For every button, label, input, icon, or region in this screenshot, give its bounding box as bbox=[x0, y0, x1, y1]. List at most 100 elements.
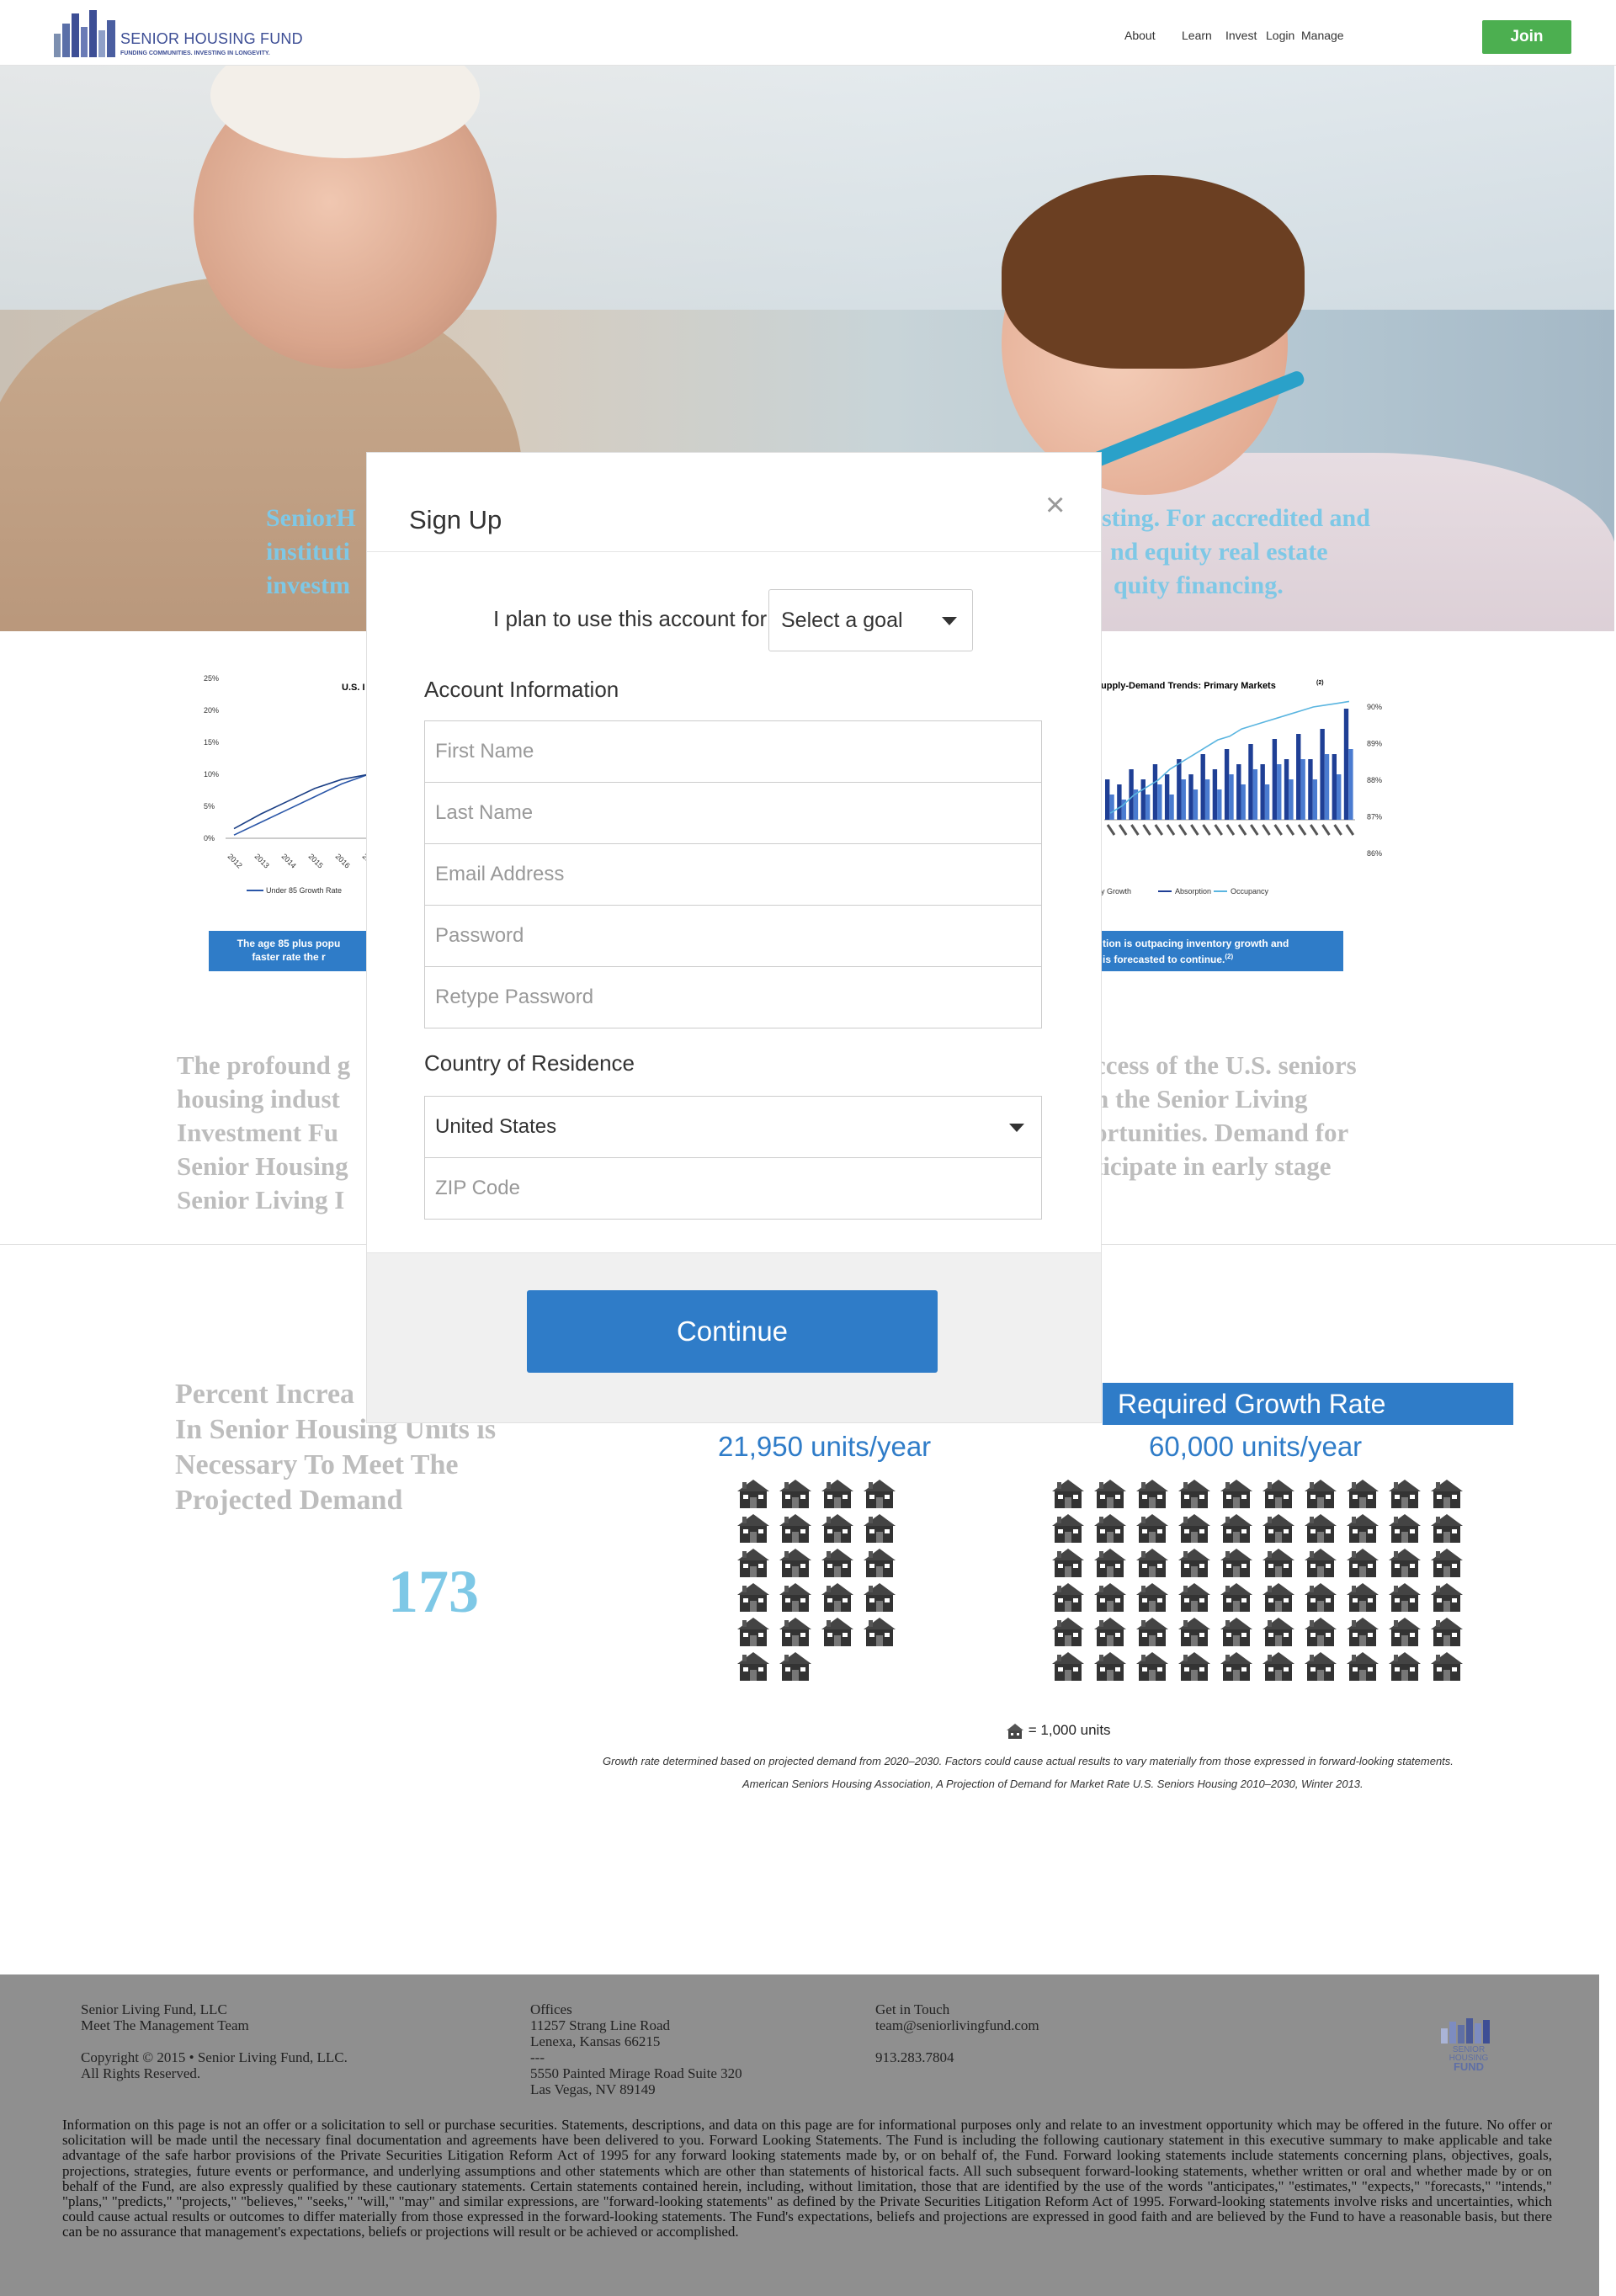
para-line-5-start: Senior Living I bbox=[177, 1185, 345, 1214]
legend-units-text: = 1,000 units bbox=[1028, 1722, 1111, 1738]
right-banner-line-1: tion is outpacing inventory growth and bbox=[1103, 938, 1289, 949]
house-icon bbox=[821, 1513, 854, 1544]
house-icon bbox=[1177, 1651, 1211, 1682]
x-tick-label bbox=[1321, 824, 1331, 836]
bar-absorption bbox=[1188, 774, 1193, 820]
bar-absorption bbox=[1152, 764, 1158, 820]
x-tick-label bbox=[1214, 824, 1223, 836]
house-icon bbox=[1346, 1651, 1379, 1682]
goal-select[interactable]: Select a goal bbox=[768, 589, 973, 651]
site-footer: Senior Living Fund, LLC Meet The Managem… bbox=[0, 1974, 1599, 2296]
bar-absorption bbox=[1140, 779, 1146, 820]
footer-office1-line2: Lenexa, Kansas 66215 bbox=[530, 2033, 661, 2049]
y-tick-label: 0% bbox=[204, 834, 215, 842]
units-legend: = 1,000 units bbox=[1006, 1722, 1111, 1740]
bar-inventory bbox=[1289, 779, 1294, 820]
bar-inventory bbox=[1324, 754, 1330, 820]
x-tick-label: 2016 bbox=[334, 852, 352, 869]
house-icon bbox=[1388, 1582, 1422, 1613]
bar-inventory bbox=[1300, 759, 1305, 820]
house-icon bbox=[1135, 1479, 1169, 1509]
bar-inventory bbox=[1252, 769, 1258, 820]
nav-about[interactable]: About bbox=[1124, 29, 1156, 42]
email-field[interactable]: Email Address bbox=[424, 843, 1042, 906]
country-select[interactable]: United States bbox=[424, 1096, 1042, 1158]
bar-absorption bbox=[1177, 759, 1182, 820]
join-button[interactable]: Join bbox=[1482, 20, 1571, 54]
hero-line-3-end: quity financing. bbox=[1114, 571, 1284, 599]
logo-title: SENIOR HOUSING FUND bbox=[120, 30, 303, 47]
x-tick-label bbox=[1237, 824, 1247, 836]
house-icon bbox=[821, 1548, 854, 1578]
bar-absorption bbox=[1164, 774, 1170, 820]
para-line-3-end: ortunities. Demand for bbox=[1094, 1118, 1349, 1147]
goal-label: I plan to use this account for bbox=[493, 606, 768, 631]
signup-modal: Sign Up × I plan to use this account for… bbox=[367, 453, 1101, 1422]
house-icon bbox=[1220, 1548, 1253, 1578]
x-tick-label bbox=[1297, 824, 1307, 836]
footer-company: Senior Living Fund, LLC bbox=[81, 2001, 227, 2017]
house-icon bbox=[1220, 1513, 1253, 1544]
bar-inventory bbox=[1337, 774, 1342, 820]
house-icon bbox=[1388, 1513, 1422, 1544]
y-tick-label: 20% bbox=[204, 706, 219, 715]
last-name-field[interactable]: Last Name bbox=[424, 782, 1042, 844]
house-icon bbox=[1135, 1513, 1169, 1544]
x-tick-label bbox=[1166, 824, 1176, 836]
zip-code-field[interactable]: ZIP Code bbox=[424, 1157, 1042, 1220]
site-logo[interactable]: SENIOR HOUSING FUND FUNDING COMMUNITIES.… bbox=[54, 5, 315, 61]
house-icon bbox=[863, 1548, 896, 1578]
chevron-down-icon bbox=[1009, 1124, 1024, 1132]
password-field[interactable]: Password bbox=[424, 905, 1042, 967]
nav-invest[interactable]: Invest bbox=[1225, 29, 1257, 42]
legend-label: Occupancy bbox=[1231, 887, 1269, 896]
house-icon bbox=[736, 1617, 770, 1647]
bar-absorption bbox=[1284, 759, 1289, 820]
house-icon bbox=[1177, 1513, 1211, 1544]
x-tick-label bbox=[1118, 824, 1128, 836]
house-icon bbox=[1430, 1617, 1464, 1647]
retype-password-field[interactable]: Retype Password bbox=[424, 966, 1042, 1028]
nav-login[interactable]: Login bbox=[1266, 29, 1294, 42]
growth-line-chart-svg: 25%20%15%10%5%0%2012 2013 2014 2015 2016 20U.… bbox=[204, 674, 373, 895]
house-icon bbox=[1388, 1479, 1422, 1509]
nav-learn[interactable]: Learn bbox=[1182, 29, 1212, 42]
growth-line-chart: 25% 20% 15% 10% 5% 0% 2012 2013 2014 2015 2016 20 U.… bbox=[200, 670, 373, 906]
supply-demand-chart: upply-Demand Trends: Primary Markets (2) 9… bbox=[1101, 673, 1387, 909]
bar-inventory bbox=[1241, 784, 1246, 820]
bar-absorption bbox=[1296, 734, 1301, 820]
footer-offices-col: Offices 11257 Strang Line Road Lenexa, K… bbox=[530, 2001, 742, 2097]
para-line-3-start: Investment Fu bbox=[177, 1118, 339, 1147]
right-banner-sup: (2) bbox=[1225, 953, 1234, 960]
bar-inventory bbox=[1145, 795, 1151, 820]
footer-company-col: Senior Living Fund, LLC Meet The Managem… bbox=[81, 2001, 348, 2081]
x-tick-label bbox=[1345, 824, 1355, 836]
footer-team-link[interactable]: Meet The Management Team bbox=[81, 2017, 348, 2033]
bar-inventory bbox=[1157, 784, 1162, 820]
y-tick-label: 5% bbox=[204, 802, 215, 811]
bar-inventory bbox=[1217, 789, 1222, 820]
x-tick-label bbox=[1309, 824, 1319, 836]
series-line bbox=[233, 773, 369, 836]
account-info-label: Account Information bbox=[424, 677, 619, 702]
chart-title-sup: (2) bbox=[1316, 680, 1324, 686]
footer-email-link[interactable]: team@seniorlivingfund.com bbox=[875, 2017, 1039, 2033]
house-icon bbox=[1051, 1479, 1085, 1509]
nav-manage[interactable]: Manage bbox=[1301, 29, 1344, 42]
para-line-1-start: The profound g bbox=[177, 1050, 351, 1080]
close-icon[interactable]: × bbox=[1045, 488, 1065, 522]
current-units-label: 21,950 units/year bbox=[718, 1431, 932, 1462]
house-icon bbox=[1388, 1548, 1422, 1578]
bar-absorption bbox=[1260, 764, 1265, 820]
x-tick-label bbox=[1250, 824, 1259, 836]
x-tick-label bbox=[1333, 824, 1342, 836]
first-name-field[interactable]: First Name bbox=[424, 720, 1042, 783]
legend-label: Absorption bbox=[1175, 887, 1211, 896]
house-icon bbox=[821, 1479, 854, 1509]
house-icon bbox=[779, 1479, 812, 1509]
bar-absorption bbox=[1248, 744, 1253, 820]
x-tick-label bbox=[1177, 824, 1188, 836]
continue-button[interactable]: Continue bbox=[527, 1290, 938, 1373]
house-icon bbox=[1135, 1651, 1169, 1682]
x-tick-label bbox=[1154, 824, 1164, 836]
